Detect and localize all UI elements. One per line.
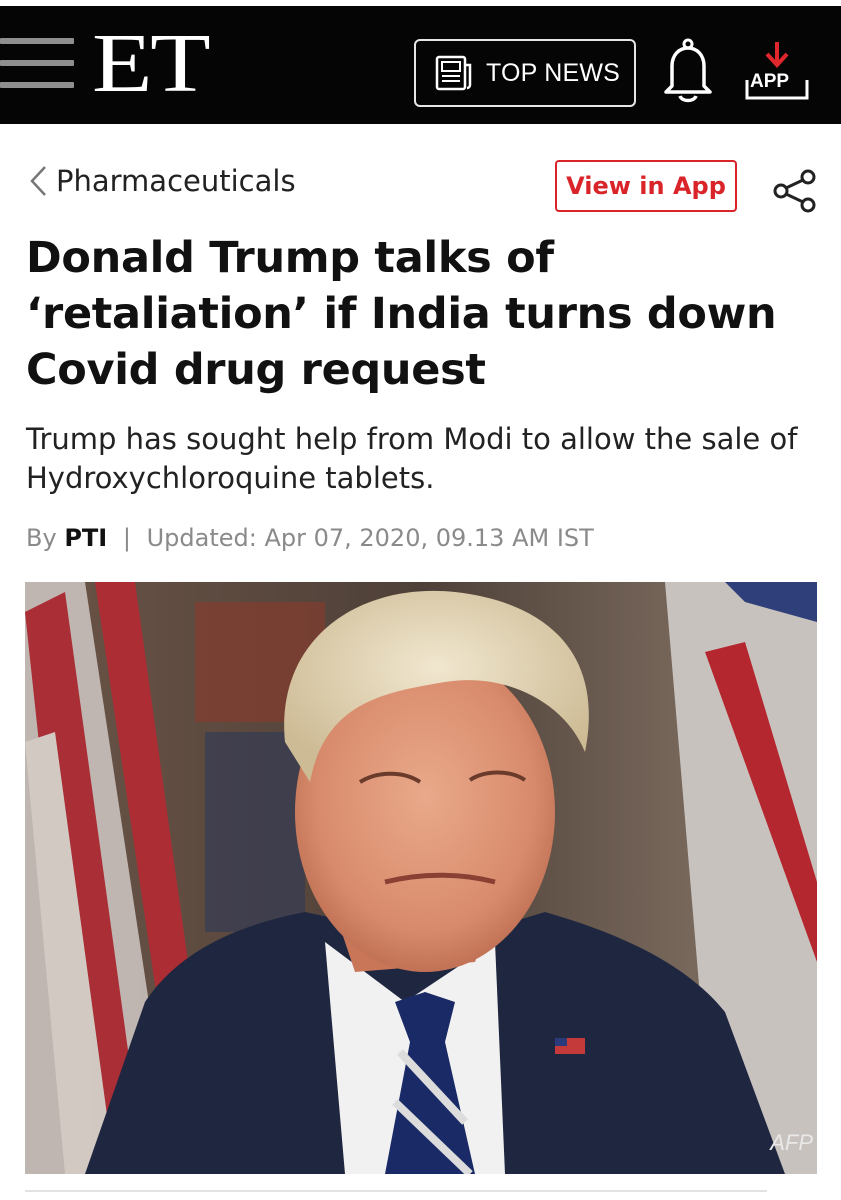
divider (25, 1190, 767, 1192)
chevron-left-icon (30, 166, 46, 196)
app-label: APP (750, 71, 790, 92)
share-icon[interactable] (772, 168, 818, 214)
byline-prefix: By (26, 524, 57, 552)
article-byline: By PTI | Updated: Apr 07, 2020, 09.13 AM… (26, 524, 594, 552)
newspaper-icon (435, 55, 472, 91)
top-nav-bar: ET TOP NEWS APP (0, 6, 841, 124)
article-synopsis: Trump has sought help from Modi to allow… (26, 422, 798, 495)
photo-credit: AFP (770, 1130, 813, 1155)
breadcrumb-back-link[interactable]: Pharmaceuticals (28, 164, 296, 198)
bell-icon[interactable] (660, 36, 716, 104)
updated-timestamp: Updated: Apr 07, 2020, 09.13 AM IST (146, 524, 594, 552)
view-in-app-button[interactable]: View in App (555, 160, 737, 212)
download-app-icon[interactable]: APP (744, 40, 810, 104)
top-news-label: TOP NEWS (486, 58, 621, 87)
menu-icon[interactable] (0, 38, 76, 98)
byline-author[interactable]: PTI (64, 524, 107, 552)
article-headline: Donald Trump talks of ‘retaliation’ if I… (26, 233, 777, 395)
top-news-button[interactable]: TOP NEWS (414, 39, 636, 107)
section-label: Pharmaceuticals (56, 164, 296, 198)
et-logo[interactable]: ET (92, 22, 211, 106)
photo-illustration (25, 582, 817, 1174)
byline-separator: | (122, 524, 131, 552)
article-photo: AFP (25, 582, 817, 1174)
